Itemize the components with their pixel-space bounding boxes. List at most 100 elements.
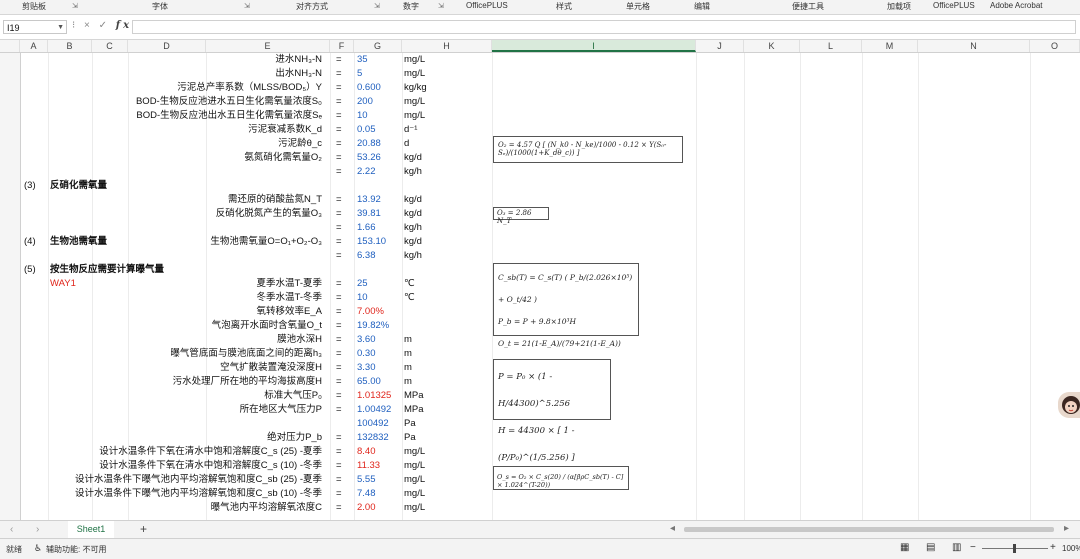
cell-e[interactable]: 曝气管底面与膜池底面之间的距离h₃	[50, 347, 322, 361]
ribbon-group-addins[interactable]: 加载项	[887, 1, 911, 12]
column-header-c[interactable]: C	[92, 40, 128, 52]
cell-e[interactable]: 曝气池内平均溶解氧浓度C	[50, 501, 322, 515]
table-row[interactable]: 159=1.66kg/h	[20, 221, 1080, 235]
cell-f[interactable]: =	[336, 305, 350, 319]
cell-h[interactable]: mg/L	[404, 445, 464, 459]
chevron-down-icon[interactable]: ▼	[57, 21, 64, 35]
cell-f[interactable]: =	[336, 431, 350, 445]
normal-view-icon[interactable]: ▦	[900, 542, 909, 553]
cell-g[interactable]: 10	[357, 109, 401, 123]
column-header-g[interactable]: G	[354, 40, 402, 52]
cell-h[interactable]	[404, 319, 464, 333]
cell-f[interactable]: =	[336, 81, 350, 95]
cell-g[interactable]: 153.10	[357, 235, 401, 249]
cell-g[interactable]: 5	[357, 67, 401, 81]
zoom-in-icon[interactable]: +	[1050, 542, 1056, 553]
cell-h[interactable]: d	[404, 137, 464, 151]
formula-o3-box[interactable]: O₃ = 2.86 N_T	[493, 207, 549, 225]
cell-g[interactable]: 25	[357, 277, 401, 291]
column-header-m[interactable]: M	[862, 40, 918, 52]
formula-pressure-box[interactable]: P = P₀ × (1 - H/44300)^5.256 H = 44300 ×…	[493, 359, 611, 463]
cell-e[interactable]: 氧转移效率E_A	[50, 305, 322, 319]
cell-e[interactable]: 设计水温条件下氧在清水中饱和溶解度C_s (10) -冬季	[50, 459, 322, 473]
cell-h[interactable]: mg/L	[404, 67, 464, 81]
cell-a[interactable]: (4)	[24, 235, 50, 249]
column-header-k[interactable]: K	[744, 40, 800, 52]
cell-g[interactable]: 11.33	[357, 459, 401, 473]
ribbon-group-clipboard[interactable]: 剪贴板	[22, 1, 46, 12]
cell-f[interactable]: =	[336, 473, 350, 487]
formula-input[interactable]	[132, 20, 1076, 34]
cell-f[interactable]: =	[336, 109, 350, 123]
cell-e[interactable]: 气泡离开水面时含氧量O_t	[50, 319, 322, 333]
cell-h[interactable]: m	[404, 333, 464, 347]
cell-g[interactable]: 0.30	[357, 347, 401, 361]
cell-g[interactable]: 0.600	[357, 81, 401, 95]
cell-g[interactable]: 1.66	[357, 221, 401, 235]
cell-h[interactable]: mg/L	[404, 109, 464, 123]
cell-e[interactable]: 污水处理厂所在地的平均海拔高度H	[50, 375, 322, 389]
cell-g[interactable]: 200	[357, 95, 401, 109]
cell-f[interactable]: =	[336, 277, 350, 291]
cell-f[interactable]: =	[336, 333, 350, 347]
cancel-icon[interactable]: ×	[84, 20, 93, 31]
column-header-o[interactable]: O	[1030, 40, 1080, 52]
cell-f[interactable]	[336, 417, 350, 431]
ribbon-group-font[interactable]: 字体	[152, 1, 168, 12]
cell-g[interactable]: 39.81	[357, 207, 401, 221]
dialog-launcher-icon[interactable]: ⇲	[72, 2, 78, 10]
cell-e[interactable]: 污泥龄θ_c	[50, 137, 322, 151]
cell-a[interactable]: (5)	[24, 263, 50, 277]
cell-e[interactable]: 标准大气压P₀	[50, 389, 322, 403]
cell-h[interactable]: MPa	[404, 403, 464, 417]
table-row[interactable]: 148出水NH₃-N=5mg/L	[20, 67, 1080, 81]
cell-g[interactable]: 2.22	[357, 165, 401, 179]
ribbon-group-editing[interactable]: 编辑	[694, 1, 710, 12]
column-header-f[interactable]: F	[330, 40, 354, 52]
page-layout-icon[interactable]: ▤	[926, 542, 935, 553]
cell-f[interactable]: =	[336, 487, 350, 501]
cell-e[interactable]: 设计水温条件下曝气池内平均溶解氧饱和度C_sb (25) -夏季	[50, 473, 322, 487]
cell-h[interactable]: kg/h	[404, 249, 464, 263]
zoom-out-icon[interactable]: −	[970, 542, 976, 553]
add-sheet-button[interactable]: +	[140, 522, 147, 536]
worksheet-grid[interactable]: 147进水NH₃-N=35mg/L148出水NH₃-N=5mg/L149污泥总产…	[20, 53, 1080, 520]
table-row[interactable]: 158反硝化脱氮产生的氧量O₃=39.81kg/d	[20, 207, 1080, 221]
cell-h[interactable]: ℃	[404, 291, 464, 305]
cell-f[interactable]: =	[336, 501, 350, 515]
cell-f[interactable]: =	[336, 403, 350, 417]
column-header-j[interactable]: J	[696, 40, 744, 52]
cell-h[interactable]: Pa	[404, 417, 464, 431]
table-row[interactable]: 156(3)反硝化需氧量	[20, 179, 1080, 193]
horizontal-scrollbar-thumb[interactable]	[684, 527, 1054, 532]
cell-f[interactable]: =	[336, 165, 350, 179]
cell-g[interactable]: 100492	[357, 417, 401, 431]
cell-h[interactable]: d⁻¹	[404, 123, 464, 137]
cell-a[interactable]: (3)	[24, 179, 50, 193]
cell-e[interactable]: 设计水温条件下曝气池内平均溶解氧饱和度C_sb (10) -冬季	[50, 487, 322, 501]
formula-o2-box[interactable]: O₂ = 4.57 Q [ (N_k0 - N_ke)/1000 - 0.12 …	[493, 136, 683, 163]
cell-f[interactable]: =	[336, 137, 350, 151]
table-row[interactable]: 152污泥衰减系数K_d=0.05d⁻¹	[20, 123, 1080, 137]
cell-f[interactable]: =	[336, 375, 350, 389]
table-row[interactable]: 179曝气池内平均溶解氧浓度C=2.00mg/L	[20, 501, 1080, 515]
cell-g[interactable]: 19.82%	[357, 319, 401, 333]
cell-f[interactable]: =	[336, 445, 350, 459]
cell-b[interactable]: 按生物反应需要计算曝气量	[50, 263, 200, 277]
cell-g[interactable]: 132832	[357, 431, 401, 445]
cell-f[interactable]: =	[336, 207, 350, 221]
cell-f[interactable]: =	[336, 319, 350, 333]
cell-g[interactable]: 13.92	[357, 193, 401, 207]
ribbon-group-officeplus[interactable]: OfficePLUS	[466, 1, 508, 10]
table-row[interactable]: 149污泥总产率系数（MLSS/BOD₅）Y=0.600kg/kg	[20, 81, 1080, 95]
cell-h[interactable]	[404, 305, 464, 319]
column-header-a[interactable]: A	[20, 40, 48, 52]
cell-g[interactable]: 5.55	[357, 473, 401, 487]
cell-g[interactable]: 3.60	[357, 333, 401, 347]
cell-e[interactable]: 出水NH₃-N	[50, 67, 322, 81]
assistant-avatar[interactable]	[1058, 392, 1080, 418]
status-accessibility[interactable]: 辅助功能: 不可用	[46, 544, 106, 555]
cell-g[interactable]: 35	[357, 53, 401, 67]
cell-f[interactable]: =	[336, 193, 350, 207]
cell-h[interactable]: mg/L	[404, 459, 464, 473]
